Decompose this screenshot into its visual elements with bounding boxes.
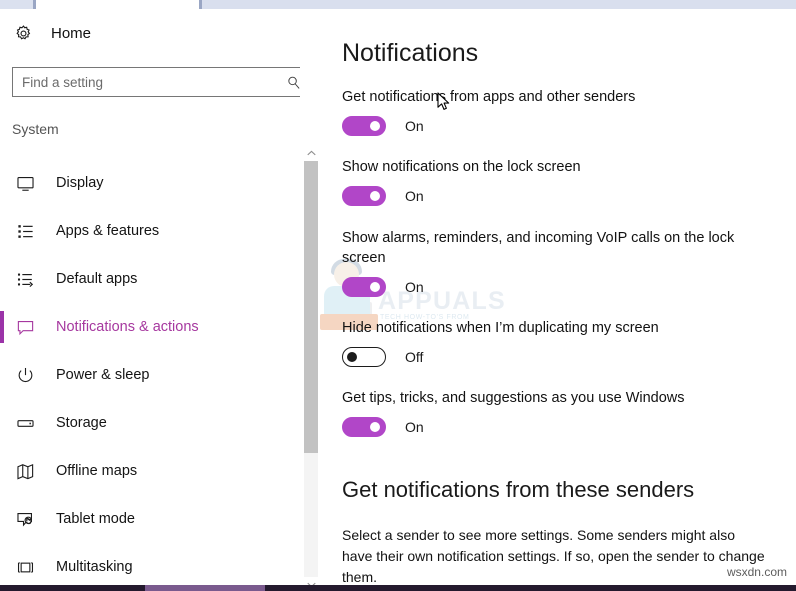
sidebar-item-apps-features[interactable]: Apps & features bbox=[0, 207, 300, 255]
selection-accent-bar bbox=[0, 503, 4, 535]
setting-alarms-voip: Show alarms, reminders, and incoming VoI… bbox=[342, 228, 772, 297]
selection-accent-bar bbox=[0, 167, 4, 199]
multitask-icon bbox=[12, 554, 38, 580]
sidebar-item-label: Offline maps bbox=[56, 463, 138, 479]
list-arrow-icon bbox=[12, 266, 38, 292]
section-label: System bbox=[12, 121, 59, 137]
toggle-tips-tricks[interactable] bbox=[342, 417, 386, 437]
chrome-segment-right bbox=[202, 0, 796, 9]
toggle-row: On bbox=[342, 277, 772, 297]
toggle-hide-when-duplicating[interactable] bbox=[342, 347, 386, 367]
search-icon[interactable] bbox=[280, 69, 300, 95]
notification-icon bbox=[12, 314, 38, 340]
settings-sidebar: Home System Display bbox=[0, 9, 300, 585]
corner-watermark: wsxdn.com bbox=[726, 565, 787, 579]
sidebar-item-label: Display bbox=[56, 175, 104, 191]
setting-label: Get tips, tricks, and suggestions as you… bbox=[342, 390, 685, 406]
sidebar-scrollbar[interactable] bbox=[303, 9, 319, 588]
selection-accent-bar bbox=[0, 407, 4, 439]
sidebar-item-power-sleep[interactable]: Power & sleep bbox=[0, 351, 300, 399]
window-chrome-strip bbox=[0, 0, 796, 9]
sidebar-item-label: Multitasking bbox=[56, 559, 133, 575]
toggle-state-label: Off bbox=[405, 349, 424, 365]
setting-get-notifications: Get notifications from apps and other se… bbox=[342, 87, 772, 136]
home-label: Home bbox=[51, 24, 92, 42]
toggle-state-label: On bbox=[405, 118, 424, 134]
chrome-segment-left bbox=[0, 0, 33, 9]
taskbar-highlight bbox=[145, 585, 203, 591]
toggle-row: On bbox=[342, 186, 772, 206]
sidebar-item-offline-maps[interactable]: Offline maps bbox=[0, 447, 300, 495]
map-icon bbox=[12, 458, 38, 484]
sidebar-item-label: Power & sleep bbox=[56, 367, 150, 383]
toggle-state-label: On bbox=[405, 279, 424, 295]
drive-icon bbox=[12, 410, 38, 436]
selection-accent-bar bbox=[0, 551, 4, 583]
settings-content-pane: Notifications Get notifications from app… bbox=[320, 9, 796, 585]
senders-heading: Get notifications from these senders bbox=[342, 477, 695, 502]
page-title: Notifications bbox=[342, 39, 479, 67]
home-button[interactable]: Home bbox=[0, 17, 300, 49]
sidebar-item-label: Notifications & actions bbox=[56, 319, 199, 335]
setting-label: Hide notifications when I’m duplicating … bbox=[342, 320, 659, 336]
chrome-segment-mid bbox=[36, 0, 199, 9]
selection-accent-bar bbox=[0, 263, 4, 295]
setting-tips-tricks: Get tips, tricks, and suggestions as you… bbox=[342, 388, 772, 437]
tablet-hand-icon bbox=[12, 506, 38, 532]
sidebar-item-display[interactable]: Display bbox=[0, 159, 300, 207]
toggle-row: On bbox=[342, 116, 772, 136]
monitor-icon bbox=[12, 170, 38, 196]
sidebar-item-tablet-mode[interactable]: Tablet mode bbox=[0, 495, 300, 543]
sidebar-nav-list: Display Apps & features Default apps Not… bbox=[0, 159, 300, 585]
settings-window: APPUALS TECH HOW-TO’S FROM Home System bbox=[0, 0, 796, 591]
taskbar-highlight-2 bbox=[203, 585, 265, 591]
sidebar-item-notifications-actions[interactable]: Notifications & actions bbox=[0, 303, 300, 351]
toggle-get-notifications[interactable] bbox=[342, 116, 386, 136]
senders-description: Select a sender to see more settings. So… bbox=[342, 527, 765, 585]
selection-accent-bar bbox=[0, 455, 4, 487]
sidebar-item-label: Apps & features bbox=[56, 223, 160, 239]
toggle-lock-screen-notifications[interactable] bbox=[342, 186, 386, 206]
setting-label: Get notifications from apps and other se… bbox=[342, 89, 636, 105]
scrollbar-thumb[interactable] bbox=[304, 161, 318, 453]
toggle-state-label: On bbox=[405, 188, 424, 204]
sidebar-item-storage[interactable]: Storage bbox=[0, 399, 300, 447]
toggle-state-label: On bbox=[405, 419, 424, 435]
selection-accent-bar bbox=[0, 215, 4, 247]
sidebar-item-multitasking[interactable]: Multitasking bbox=[0, 543, 300, 585]
search-input[interactable] bbox=[13, 74, 280, 90]
search-box[interactable] bbox=[12, 67, 300, 97]
toggle-alarms-voip[interactable] bbox=[342, 277, 386, 297]
selection-accent-bar bbox=[0, 359, 4, 391]
chevron-up-icon[interactable] bbox=[303, 145, 319, 161]
gear-icon bbox=[12, 22, 34, 44]
taskbar-strip bbox=[0, 585, 796, 591]
sidebar-item-default-apps[interactable]: Default apps bbox=[0, 255, 300, 303]
setting-label: Show notifications on the lock screen bbox=[342, 159, 581, 175]
sidebar-item-label: Storage bbox=[56, 415, 107, 431]
sidebar-item-label: Tablet mode bbox=[56, 511, 135, 527]
power-icon bbox=[12, 362, 38, 388]
toggle-row: On bbox=[342, 417, 772, 437]
setting-lock-screen-notifications: Show notifications on the lock screen On bbox=[342, 157, 772, 206]
setting-hide-when-duplicating: Hide notifications when I’m duplicating … bbox=[342, 318, 772, 367]
sidebar-item-label: Default apps bbox=[56, 271, 138, 287]
setting-label: Show alarms, reminders, and incoming VoI… bbox=[342, 230, 735, 266]
toggle-row: Off bbox=[342, 347, 772, 367]
list-icon bbox=[12, 218, 38, 244]
selection-accent-bar bbox=[0, 311, 4, 343]
